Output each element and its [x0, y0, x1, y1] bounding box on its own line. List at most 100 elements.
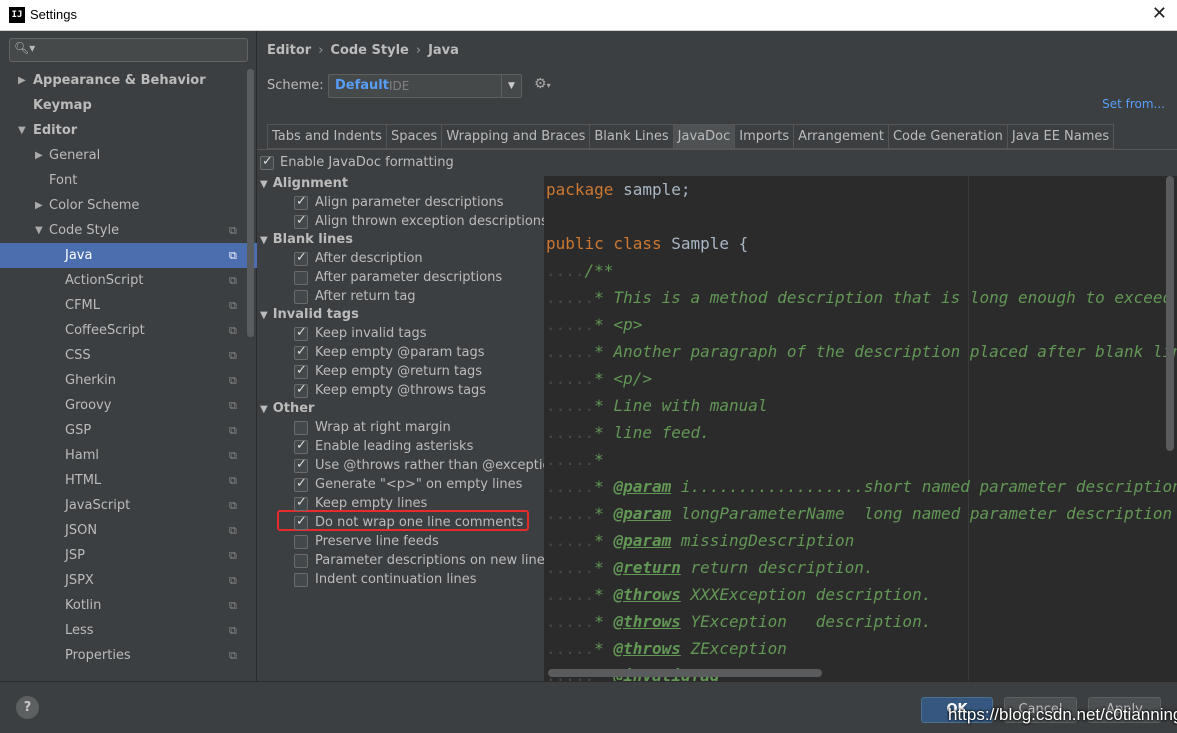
chevron-down-icon[interactable]: ▼ — [260, 310, 268, 321]
tree-item[interactable]: Kotlin ⧉ — [0, 593, 257, 618]
tree-item[interactable]: ▼ Code Style ⧉ — [0, 218, 257, 243]
option-label: Align parameter descriptions — [315, 195, 504, 210]
tree-item[interactable]: HTML ⧉ — [0, 468, 257, 493]
option-checkbox[interactable] — [294, 421, 308, 435]
code-preview: package sample; public class Sample { ..… — [544, 176, 1177, 681]
javadoc-options-panel: ▼ Alignment Align parameter descriptions Al… — [257, 176, 559, 681]
chevron-right-icon[interactable]: ▶ — [35, 143, 43, 168]
tree-item[interactable]: JSP ⧉ — [0, 543, 257, 568]
option-checkbox[interactable] — [294, 554, 308, 568]
tab-imports[interactable]: Imports — [734, 124, 794, 149]
option-checkbox[interactable] — [294, 495, 308, 511]
tree-item[interactable]: JSON ⧉ — [0, 518, 257, 543]
tree-item[interactable]: ▼ Editor — [0, 118, 257, 143]
copy-icon: ⧉ — [229, 324, 237, 337]
tree-item[interactable]: CFML ⧉ — [0, 293, 257, 318]
right-margin-guide — [968, 176, 969, 681]
chevron-right-icon[interactable]: ▶ — [18, 68, 26, 93]
intellij-icon: IJ — [9, 7, 25, 23]
tree-item[interactable]: ▶ Color Scheme — [0, 193, 257, 218]
option-checkbox[interactable] — [294, 194, 308, 210]
option-checkbox[interactable] — [294, 438, 308, 454]
editor-horizontal-scrollbar[interactable] — [548, 669, 822, 677]
chevron-down-icon[interactable]: ▼ — [35, 218, 43, 243]
tree-item-label: JSON — [65, 523, 98, 538]
tab-code-generation[interactable]: Code Generation — [887, 124, 1007, 149]
tree-item[interactable]: GSP ⧉ — [0, 418, 257, 443]
option-checkbox[interactable] — [294, 363, 308, 379]
tab-wrapping-and-braces[interactable]: Wrapping and Braces — [441, 124, 590, 149]
group-header[interactable]: ▼ Blank lines — [260, 232, 353, 250]
tree-item[interactable]: Haml ⧉ — [0, 443, 257, 468]
tree-item[interactable]: Less ⧉ — [0, 618, 257, 643]
chevron-down-icon[interactable]: ▼ — [260, 179, 268, 190]
tree-item[interactable]: Keymap — [0, 93, 257, 118]
tab-javadoc[interactable]: JavaDoc — [672, 124, 735, 149]
tree-item[interactable]: Java ⧉ — [0, 243, 257, 268]
option-checkbox[interactable] — [294, 382, 308, 398]
editor-vertical-scrollbar[interactable] — [1166, 176, 1174, 451]
copy-icon: ⧉ — [229, 299, 237, 312]
copy-icon: ⧉ — [229, 249, 237, 262]
option-checkbox[interactable] — [294, 457, 308, 473]
option-checkbox[interactable] — [294, 514, 308, 530]
tree-item[interactable]: CSS ⧉ — [0, 343, 257, 368]
set-from-link[interactable]: Set from... — [1102, 97, 1165, 111]
tree-item-label: Kotlin — [65, 598, 102, 613]
chevron-right-icon[interactable]: ▶ — [35, 193, 43, 218]
chevron-down-icon[interactable]: ▼ — [18, 118, 26, 143]
option-checkbox[interactable] — [294, 325, 308, 341]
code-line: .....* @throws YException description. — [546, 612, 932, 631]
group-header[interactable]: ▼ Alignment — [260, 176, 348, 194]
tab-java-ee-names[interactable]: Java EE Names — [1006, 124, 1115, 149]
code-line: .....* Line with manual — [546, 396, 768, 415]
option-checkbox[interactable] — [294, 476, 308, 492]
option-checkbox[interactable] — [294, 535, 308, 549]
chevron-down-icon[interactable]: ▼ — [260, 404, 268, 415]
option-checkbox[interactable] — [294, 573, 308, 587]
group-header[interactable]: ▼ Invalid tags — [260, 307, 359, 325]
scheme-kind: IDE — [389, 79, 410, 93]
tree-item-label: JavaScript — [65, 498, 131, 513]
sidebar-scrollbar[interactable] — [247, 69, 254, 337]
option-label: Wrap at right margin — [315, 420, 451, 435]
option-checkbox[interactable] — [294, 290, 308, 304]
tree-item[interactable]: Font — [0, 168, 257, 193]
title-bar: IJ Settings ✕ — [0, 0, 1177, 31]
option-checkbox[interactable] — [294, 271, 308, 285]
code-line: .....* @return return description. — [546, 558, 874, 577]
group-header[interactable]: ▼ Other — [260, 401, 314, 419]
tree-item-label: Gherkin — [65, 373, 117, 388]
tree-item[interactable]: CoffeeScript ⧉ — [0, 318, 257, 343]
tree-item[interactable]: JSPX ⧉ — [0, 568, 257, 593]
help-button[interactable]: ? — [16, 696, 39, 719]
option-checkbox[interactable] — [294, 250, 308, 266]
scheme-dropdown[interactable]: Default IDE ▼ — [328, 74, 522, 98]
enable-javadoc-checkbox[interactable] — [260, 154, 274, 170]
tree-item-label: Java — [65, 248, 93, 263]
chevron-down-icon[interactable]: ▼ — [260, 235, 268, 246]
search-input[interactable]: 🔍︎▾ — [9, 38, 248, 62]
tree-item[interactable]: Properties ⧉ — [0, 643, 257, 668]
tree-item[interactable]: ▶ General — [0, 143, 257, 168]
tab-arrangement[interactable]: Arrangement — [793, 124, 888, 149]
tree-item[interactable]: JavaScript ⧉ — [0, 493, 257, 518]
chevron-down-icon[interactable]: ▼ — [501, 75, 521, 97]
option-label: Keep empty @throws tags — [315, 383, 487, 398]
gear-icon[interactable]: ⚙▾ — [534, 76, 551, 92]
close-icon[interactable]: ✕ — [1152, 3, 1167, 24]
tab-tabs-and-indents[interactable]: Tabs and Indents — [267, 124, 386, 149]
tree-item-label: HTML — [65, 473, 102, 488]
option-label: Keep empty @return tags — [315, 364, 483, 379]
tree-item-label: Haml — [65, 448, 100, 463]
tree-item[interactable]: Gherkin ⧉ — [0, 368, 257, 393]
tree-item[interactable]: Groovy ⧉ — [0, 393, 257, 418]
tree-item[interactable]: ▶ Appearance & Behavior — [0, 68, 257, 93]
code-line: .....* — [546, 450, 604, 469]
tab-blank-lines[interactable]: Blank Lines — [589, 124, 673, 149]
tree-item[interactable]: ActionScript ⧉ — [0, 268, 257, 293]
option-checkbox[interactable] — [294, 344, 308, 360]
tree-item-label: JSP — [65, 548, 85, 563]
option-checkbox[interactable] — [294, 213, 308, 229]
tab-spaces[interactable]: Spaces — [385, 124, 442, 149]
